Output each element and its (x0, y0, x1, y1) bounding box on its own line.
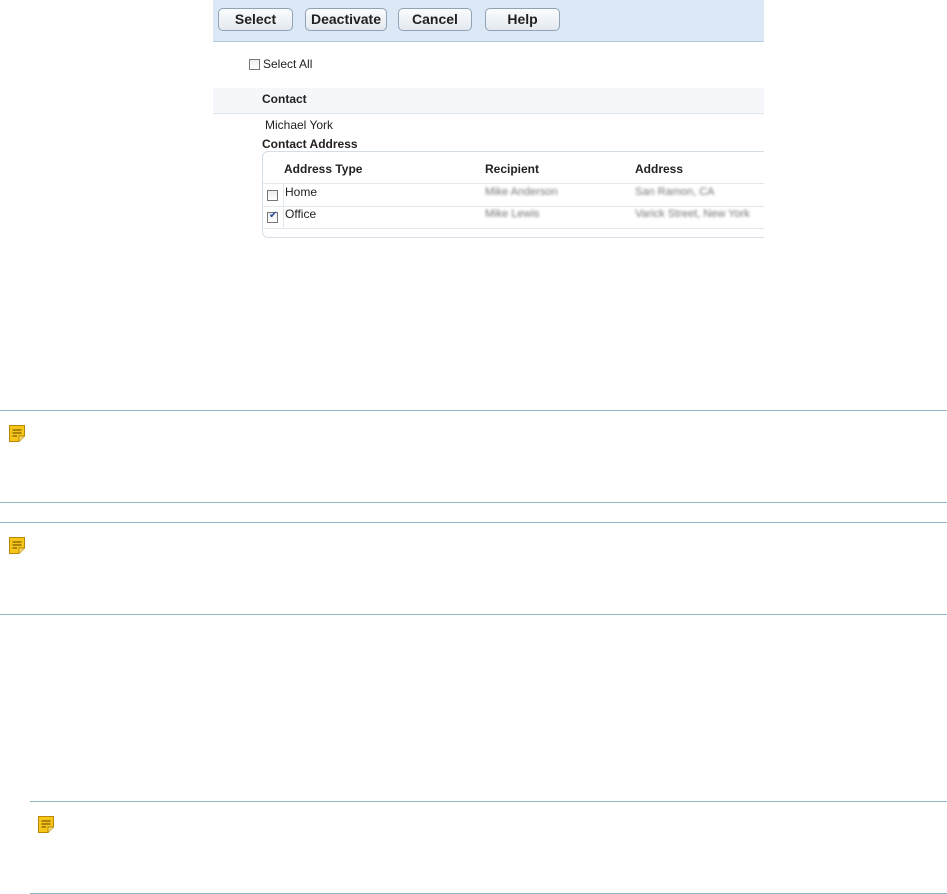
note-box (0, 410, 947, 503)
contact-header-label: Contact (262, 92, 307, 106)
cell-divider (283, 184, 284, 206)
help-button[interactable]: Help (485, 8, 560, 31)
select-all-checkbox[interactable] (249, 58, 260, 70)
select-button[interactable]: Select (218, 8, 293, 31)
contact-section-header: Contact (213, 88, 764, 114)
row-checkbox-home[interactable] (267, 190, 278, 201)
table-header-row: Address Type Recipient Address (263, 152, 764, 184)
column-header-address-type: Address Type (284, 162, 363, 176)
cancel-button[interactable]: Cancel (398, 8, 472, 31)
note-icon (9, 537, 25, 554)
recipient-cell: Mike Lewis (485, 208, 540, 220)
note-box (30, 801, 947, 894)
table-row[interactable]: Home Mike Anderson San Ramon, CA (263, 184, 764, 207)
select-all-label: Select All (263, 57, 313, 71)
contact-name: Michael York (265, 118, 334, 132)
select-all-control[interactable]: Select All (249, 57, 312, 71)
contact-selection-panel: Select Deactivate Cancel Help Select All… (213, 0, 764, 245)
recipient-cell: Mike Anderson (485, 186, 558, 198)
address-type-cell: Office (285, 207, 317, 221)
column-header-recipient: Recipient (485, 162, 540, 176)
cell-divider (283, 206, 284, 228)
table-row[interactable]: Office Mike Lewis Varick Street, New Yor… (263, 206, 764, 229)
address-type-cell: Home (285, 185, 318, 199)
row-checkbox-office[interactable] (267, 210, 278, 223)
deactivate-button[interactable]: Deactivate (305, 8, 387, 31)
column-header-address: Address (635, 162, 684, 176)
note-icon (9, 425, 25, 442)
note-box (0, 522, 947, 615)
note-icon (38, 816, 54, 833)
contact-address-table: Address Type Recipient Address Home Mike… (262, 151, 764, 238)
address-cell: San Ramon, CA (635, 186, 715, 198)
address-cell: Varick Street, New York (635, 208, 750, 220)
contact-address-title: Contact Address (262, 137, 358, 151)
toolbar: Select Deactivate Cancel Help (213, 0, 764, 42)
